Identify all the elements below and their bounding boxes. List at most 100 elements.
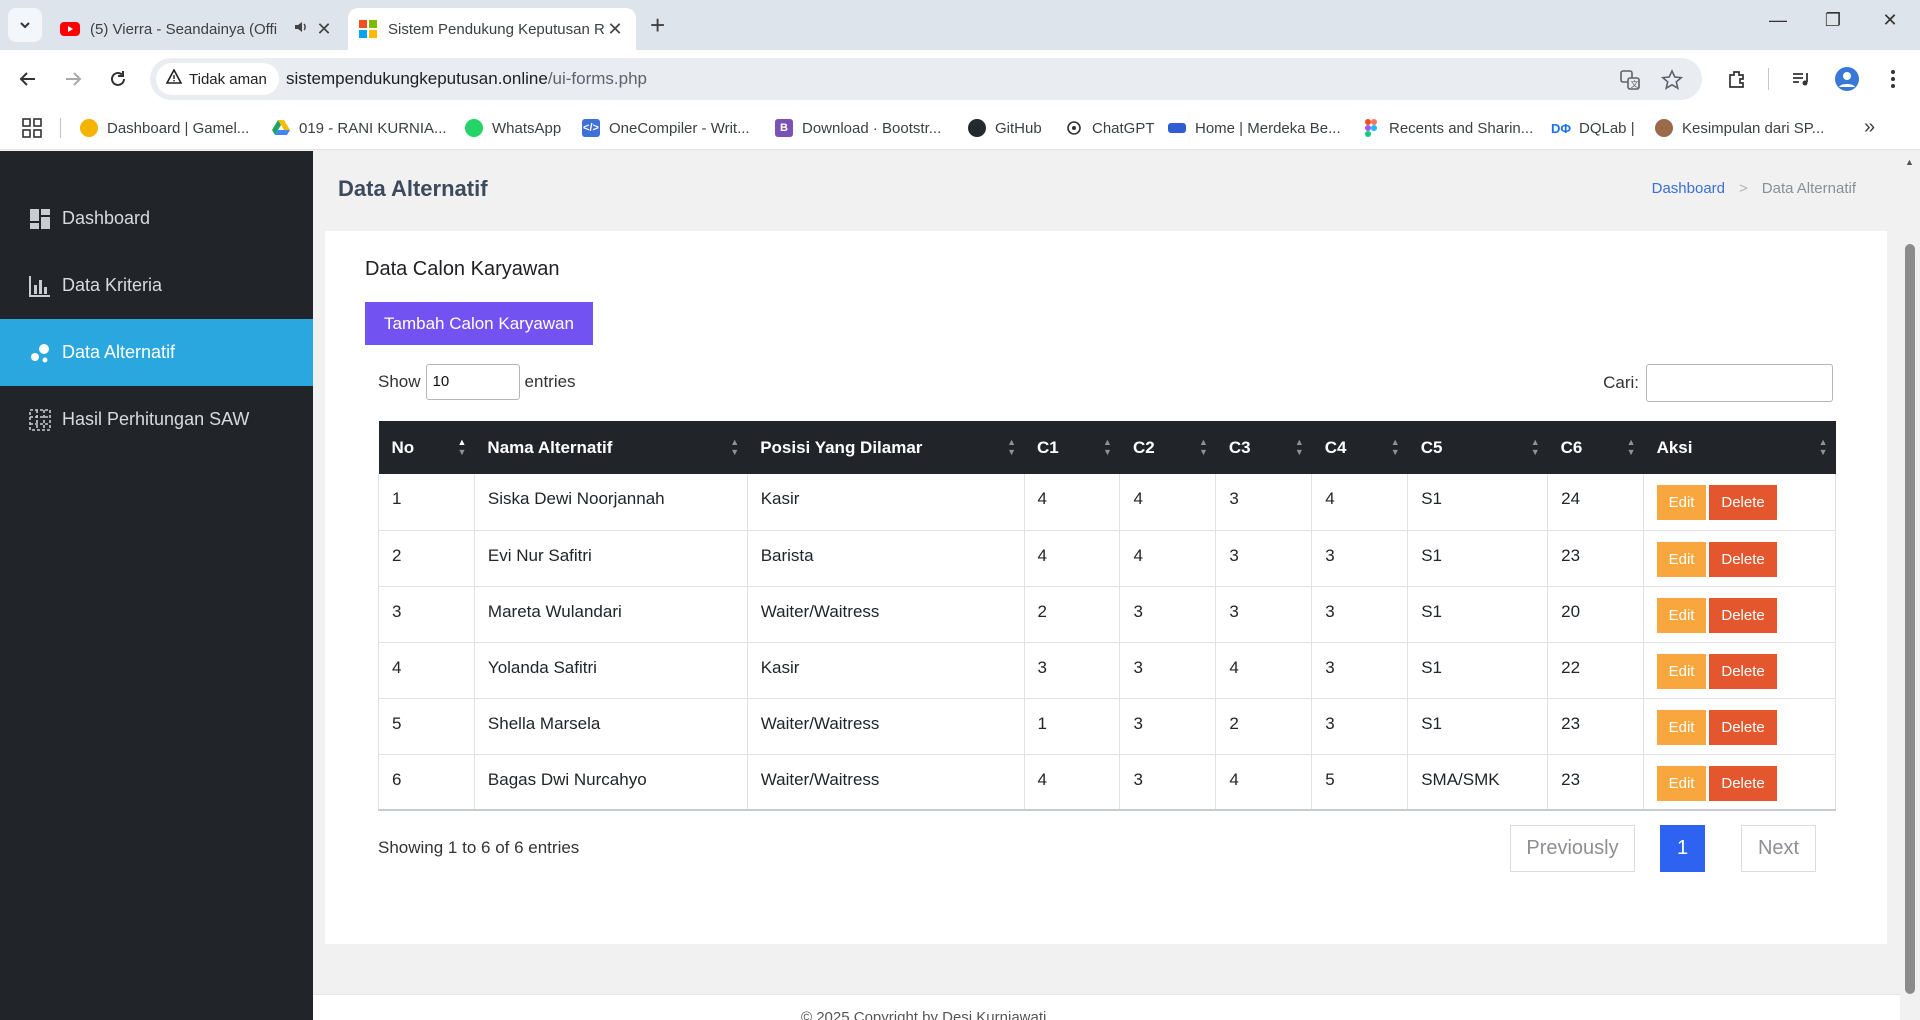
delete-button[interactable]: Delete [1709,597,1778,633]
search-input[interactable] [1646,364,1833,402]
tab-close-icon[interactable]: ✕ [604,19,626,40]
column-header[interactable]: No ▲ ▼ [378,421,475,474]
kebab-menu-icon[interactable] [1880,66,1906,92]
edit-button[interactable]: Edit [1657,485,1707,520]
back-button[interactable] [15,66,41,92]
table-cell: 3 [1215,530,1313,587]
window-close-button[interactable]: ✕ [1870,10,1910,31]
bookmark-whatsapp[interactable]: WhatsApp [465,116,561,140]
table-cell: 24 [1547,474,1645,531]
bookmark-label: ChatGPT [1092,119,1155,137]
bookmark-label: OneCompiler - Writ... [609,119,750,137]
edit-button[interactable]: Edit [1657,765,1707,801]
edit-button[interactable]: Edit [1657,709,1707,745]
bookmark-gamelab[interactable]: Dashboard | Gamel... [80,116,249,140]
forward-button[interactable] [60,66,86,92]
sidebar: Dashboard Data Kriteria Data Alternatif … [0,151,313,1020]
tab-search-button[interactable] [8,8,42,42]
action-cell: Edit Delete [1643,530,1836,587]
column-header[interactable]: Aksi ▲ ▼ [1643,421,1836,474]
column-header[interactable]: C5 ▲ ▼ [1407,421,1548,474]
onecompiler-icon: </> [582,119,600,137]
bookmark-figma[interactable]: Recents and Sharin... [1362,116,1533,140]
action-cell: Edit Delete [1643,754,1836,811]
delete-button[interactable]: Delete [1709,765,1778,801]
add-candidate-button[interactable]: Tambah Calon Karyawan [365,302,593,345]
column-header[interactable]: Posisi Yang Dilamar ▲ ▼ [747,421,1025,474]
action-cell: Edit Delete [1643,642,1836,699]
column-header[interactable]: C2 ▲ ▼ [1119,421,1216,474]
edit-button[interactable]: Edit [1657,653,1707,689]
url-host: sistempendukungkeputusan.online [286,69,548,88]
table-cell: 1 [378,474,475,531]
bookmark-merdeka[interactable]: Home | Merdeka Be... [1168,116,1341,140]
table-row: 5 Shella Marsela Waiter/Waitress 1 3 2 3 S1 23 Ed… [378,698,1836,755]
bookmark-kesimpulan[interactable]: Kesimpulan dari SP... [1655,116,1824,140]
extensions-icon[interactable] [1724,66,1750,92]
bookmark-chatgpt[interactable]: ChatGPT [1065,116,1155,140]
minimize-button[interactable]: — [1758,10,1798,31]
sort-arrows-icon: ▲ ▼ [457,437,467,457]
media-control-icon[interactable] [1788,66,1814,92]
table-cell: 4 [1215,642,1313,699]
pagination-next[interactable]: Next [1741,825,1816,872]
column-header[interactable]: C4 ▲ ▼ [1311,421,1408,474]
new-tab-button[interactable]: + [650,12,665,38]
bookmark-dqlab[interactable]: DΦ DQLab | [1551,116,1635,140]
sidebar-item-data-kriteria[interactable]: Data Kriteria [0,252,313,319]
entries-select[interactable]: 10 [425,364,520,400]
bootstrap-icon: B [775,119,793,137]
column-header-label: C1 [1037,437,1059,457]
table-cell: 4 [378,642,475,699]
bookmark-bootstrap[interactable]: B Download · Bootstr... [775,116,941,140]
url-text[interactable]: sistempendukungkeputusan.online/ui-forms… [286,69,647,89]
delete-button[interactable]: Delete [1709,653,1778,689]
sidebar-item-hasil-saw[interactable]: Hasil Perhitungan SAW [0,386,313,453]
apps-grid-icon[interactable] [22,118,42,143]
scroll-up-arrow-icon[interactable]: ▲ [1905,157,1914,167]
table-cell: 4 [1119,474,1217,531]
sidebar-item-dashboard[interactable]: Dashboard [0,185,313,252]
github-icon [968,119,986,137]
bookmark-label: WhatsApp [492,119,562,137]
address-bar[interactable]: Tidak aman sistempendukungkeputusan.onli… [150,58,1702,100]
more-bookmarks-icon[interactable]: » [1864,116,1875,139]
column-header[interactable]: Nama Alternatif ▲ ▼ [474,421,748,474]
pagination-page-1[interactable]: 1 [1660,825,1705,872]
table-cell: 4 [1215,754,1313,811]
bookmark-google-drive[interactable]: 019 - RANI KURNIA... [272,116,447,140]
pagination-previous[interactable]: Previously [1510,825,1635,872]
bookmarks-divider [60,118,61,138]
column-header[interactable]: C6 ▲ ▼ [1547,421,1644,474]
table-cell: S1 [1407,474,1549,531]
bookmark-star-icon[interactable] [1660,68,1684,92]
table-cell: Kasir [747,642,1025,699]
bar-chart-icon [28,274,52,298]
translate-icon[interactable]: 文 [1618,68,1642,92]
page-scrollbar[interactable]: ▲ [1900,151,1920,1020]
delete-button[interactable]: Delete [1709,541,1778,577]
security-chip[interactable]: Tidak aman [156,63,279,95]
profile-avatar[interactable] [1834,66,1860,92]
bookmark-onecompiler[interactable]: </> OneCompiler - Writ... [582,116,750,140]
delete-button[interactable]: Delete [1709,709,1778,745]
delete-button[interactable]: Delete [1709,485,1778,520]
column-header[interactable]: C3 ▲ ▼ [1215,421,1312,474]
restore-button[interactable]: ❐ [1813,10,1853,31]
scrollbar-thumb[interactable] [1905,244,1915,994]
tab-spk-active[interactable]: Sistem Pendukung Keputusan R ✕ [348,8,636,50]
bookmark-github[interactable]: GitHub [968,116,1042,140]
speaker-icon[interactable] [289,19,313,39]
table-cell: 3 [1119,754,1217,811]
column-header[interactable]: C1 ▲ ▼ [1024,421,1120,474]
reload-button[interactable] [105,66,131,92]
edit-button[interactable]: Edit [1657,541,1707,577]
edit-button[interactable]: Edit [1657,597,1707,633]
tab-youtube[interactable]: (5) Vierra - Seandainya (Offi ✕ [50,8,345,50]
table-cell: 23 [1547,530,1645,587]
breadcrumb-home-link[interactable]: Dashboard [1652,180,1725,197]
tab-close-icon[interactable]: ✕ [313,19,335,40]
whatsapp-icon [465,119,483,137]
sidebar-item-data-alternatif[interactable]: Data Alternatif [0,319,313,386]
reload-icon [111,71,125,86]
